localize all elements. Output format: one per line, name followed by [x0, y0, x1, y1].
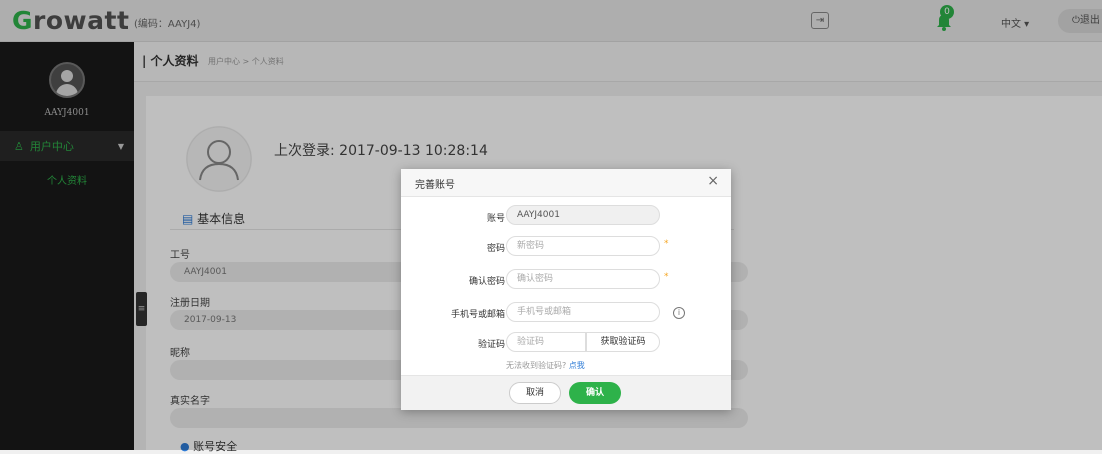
account-field: AAYJ4001: [506, 205, 660, 225]
dialog-footer: 取消 确认: [401, 375, 731, 410]
password-label: 密码: [486, 244, 505, 254]
dialog-header: 完善账号 ×: [401, 169, 731, 197]
code-hint: 无法收到验证码? 点我: [506, 360, 585, 371]
required-mark: *: [664, 272, 669, 282]
contact-label: 手机号或邮箱: [450, 310, 505, 320]
get-code-button[interactable]: 获取验证码: [586, 332, 660, 352]
complete-account-dialog: 完善账号 × 账号 AAYJ4001 密码 新密码 * 确认密码 确认密码 * …: [401, 169, 731, 410]
close-icon[interactable]: ×: [707, 173, 719, 189]
contact-input[interactable]: 手机号或邮箱: [506, 302, 660, 322]
confirm-button[interactable]: 确认: [569, 382, 621, 404]
help-link[interactable]: 点我: [569, 361, 585, 370]
required-mark: *: [664, 239, 669, 249]
confirm-password-label: 确认密码: [468, 277, 505, 287]
dialog-title: 完善账号: [415, 180, 455, 191]
code-label: 验证码: [477, 340, 505, 350]
confirm-password-input[interactable]: 确认密码: [506, 269, 660, 289]
hint-text: 无法收到验证码?: [506, 361, 567, 370]
account-label: 账号: [486, 214, 505, 224]
password-input[interactable]: 新密码: [506, 236, 660, 256]
cancel-button[interactable]: 取消: [509, 382, 561, 404]
info-icon[interactable]: i: [673, 307, 685, 319]
verification-code-input[interactable]: 验证码: [506, 332, 586, 352]
